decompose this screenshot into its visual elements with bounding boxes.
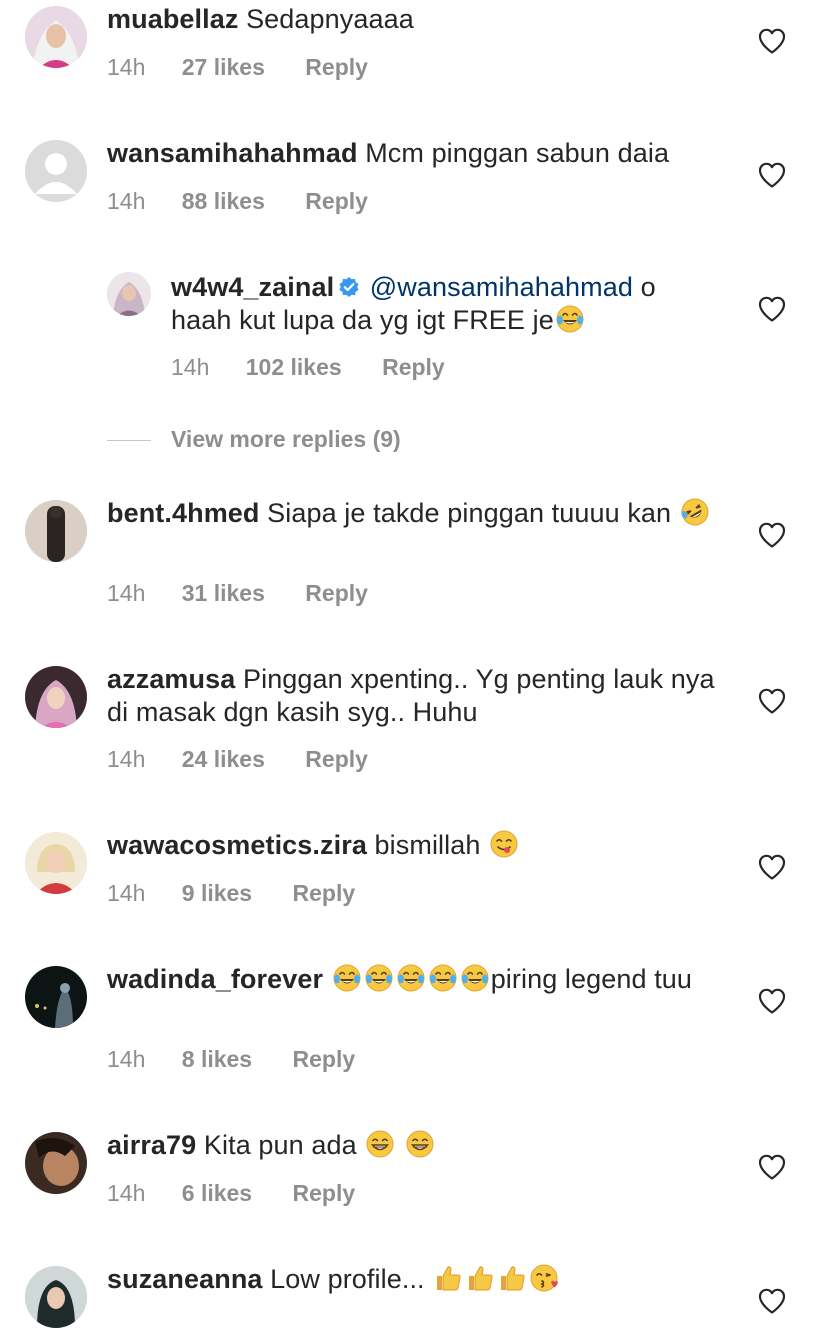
grinning-face-icon bbox=[405, 1129, 435, 1159]
heart-icon[interactable] bbox=[758, 1154, 786, 1180]
comment-text: muabellaz Sedapnyaaaa bbox=[107, 3, 717, 36]
likes-count[interactable]: 9 likes bbox=[182, 880, 252, 907]
timestamp: 14h bbox=[107, 54, 146, 80]
likes-count[interactable]: 24 likes bbox=[182, 746, 265, 773]
username[interactable]: azzamusa bbox=[107, 664, 235, 694]
likes-count[interactable]: 31 likes bbox=[182, 580, 265, 607]
timestamp: 14h bbox=[107, 580, 146, 606]
username[interactable]: wawacosmetics.zira bbox=[107, 830, 367, 860]
thumbs-up-icon bbox=[433, 1263, 463, 1293]
heart-icon[interactable] bbox=[758, 28, 786, 54]
username[interactable]: muabellaz bbox=[107, 4, 238, 34]
heart-icon[interactable] bbox=[758, 1288, 786, 1314]
view-more-replies-label[interactable]: View more replies (9) bbox=[171, 426, 401, 452]
reply-button[interactable]: Reply bbox=[305, 188, 368, 215]
username[interactable]: suzaneanna bbox=[107, 1264, 263, 1294]
comment-body: Sedapnyaaaa bbox=[246, 4, 414, 34]
avatar[interactable] bbox=[25, 966, 87, 1028]
tears-of-joy-icon bbox=[460, 963, 490, 993]
comment-text: wansamihahahmad Mcm pinggan sabun daia bbox=[107, 137, 717, 170]
avatar[interactable] bbox=[25, 666, 87, 728]
comment-body: Kita pun ada bbox=[203, 1130, 357, 1160]
username[interactable]: w4w4_zainal bbox=[171, 272, 334, 302]
heart-icon[interactable] bbox=[758, 296, 786, 322]
comment-meta: 14h 24 likes Reply bbox=[107, 746, 368, 773]
avatar[interactable] bbox=[25, 140, 87, 202]
face-blowing-kiss-icon bbox=[529, 1263, 559, 1293]
comment-text: suzaneanna Low profile... bbox=[107, 1263, 717, 1296]
username[interactable]: bent.4hmed bbox=[107, 498, 260, 528]
tears-of-joy-icon bbox=[332, 963, 362, 993]
comment-text: bent.4hmed Siapa je takde pinggan tuuuu … bbox=[107, 497, 717, 530]
timestamp: 14h bbox=[107, 746, 146, 772]
tears-of-joy-icon bbox=[364, 963, 394, 993]
reply-button[interactable]: Reply bbox=[305, 580, 368, 607]
view-more-replies-button[interactable]: View more replies (9) bbox=[107, 426, 401, 453]
comment-meta: 14h 6 likes Reply bbox=[107, 1180, 355, 1207]
timestamp: 14h bbox=[107, 1046, 146, 1072]
comment-meta: 14h 27 likes Reply bbox=[107, 54, 368, 81]
comment-body: piring legend tuu bbox=[490, 964, 693, 994]
heart-icon[interactable] bbox=[758, 988, 786, 1014]
divider bbox=[107, 440, 151, 442]
comment-text: airra79 Kita pun ada bbox=[107, 1129, 717, 1162]
rofl-icon bbox=[680, 497, 710, 527]
likes-count[interactable]: 88 likes bbox=[182, 188, 265, 215]
heart-icon[interactable] bbox=[758, 522, 786, 548]
thumbs-up-icon bbox=[497, 1263, 527, 1293]
timestamp: 14h bbox=[107, 188, 146, 214]
comment-body: bismillah bbox=[374, 830, 481, 860]
username[interactable]: airra79 bbox=[107, 1130, 196, 1160]
reply-button[interactable]: Reply bbox=[305, 54, 368, 81]
comment-meta: 14h 8 likes Reply bbox=[107, 1046, 355, 1073]
comment-body: Low profile... bbox=[270, 1264, 425, 1294]
tears-of-joy-icon bbox=[428, 963, 458, 993]
avatar[interactable] bbox=[25, 6, 87, 68]
comment-text: wawacosmetics.zira bismillah bbox=[107, 829, 717, 862]
timestamp: 14h bbox=[107, 1180, 146, 1206]
heart-icon[interactable] bbox=[758, 162, 786, 188]
reply-button[interactable]: Reply bbox=[382, 354, 445, 381]
likes-count[interactable]: 6 likes bbox=[182, 1180, 252, 1207]
reply-button[interactable]: Reply bbox=[293, 880, 356, 907]
avatar[interactable] bbox=[25, 500, 87, 562]
avatar[interactable] bbox=[25, 1132, 87, 1194]
likes-count[interactable]: 27 likes bbox=[182, 54, 265, 81]
face-savoring-food-icon bbox=[489, 829, 519, 859]
verified-badge-icon bbox=[338, 276, 360, 298]
comment-meta: 14h 88 likes Reply bbox=[107, 188, 368, 215]
mention-link[interactable]: @wansamihahahmad bbox=[370, 272, 633, 302]
comment-text: azzamusa Pinggan xpenting.. Yg penting l… bbox=[107, 663, 717, 729]
heart-icon[interactable] bbox=[758, 854, 786, 880]
reply-button[interactable]: Reply bbox=[305, 746, 368, 773]
tears-of-joy-icon bbox=[396, 963, 426, 993]
reply-button[interactable]: Reply bbox=[293, 1180, 356, 1207]
timestamp: 14h bbox=[107, 880, 146, 906]
grinning-face-icon bbox=[365, 1129, 395, 1159]
timestamp: 14h bbox=[171, 354, 210, 380]
comment-body: Mcm pinggan sabun daia bbox=[365, 138, 670, 168]
username[interactable]: wansamihahahmad bbox=[107, 138, 358, 168]
reply-button[interactable]: Reply bbox=[293, 1046, 356, 1073]
likes-count[interactable]: 8 likes bbox=[182, 1046, 252, 1073]
thumbs-up-icon bbox=[465, 1263, 495, 1293]
heart-icon[interactable] bbox=[758, 688, 786, 714]
avatar[interactable] bbox=[107, 272, 151, 316]
comment-meta: 14h 9 likes Reply bbox=[107, 880, 355, 907]
avatar[interactable] bbox=[25, 1266, 87, 1328]
avatar[interactable] bbox=[25, 832, 87, 894]
comment-meta: 14h 31 likes Reply bbox=[107, 580, 368, 607]
comment-text: w4w4_zainal @wansamihahahmad o haah kut … bbox=[171, 271, 711, 337]
tears-of-joy-icon bbox=[555, 304, 585, 334]
likes-count[interactable]: 102 likes bbox=[246, 354, 342, 381]
comment-text: wadinda_forever piring legend tuu bbox=[107, 963, 717, 996]
comment-body: Siapa je takde pinggan tuuuu kan bbox=[267, 498, 672, 528]
username[interactable]: wadinda_forever bbox=[107, 964, 323, 994]
comment-meta: 14h 102 likes Reply bbox=[171, 354, 445, 381]
